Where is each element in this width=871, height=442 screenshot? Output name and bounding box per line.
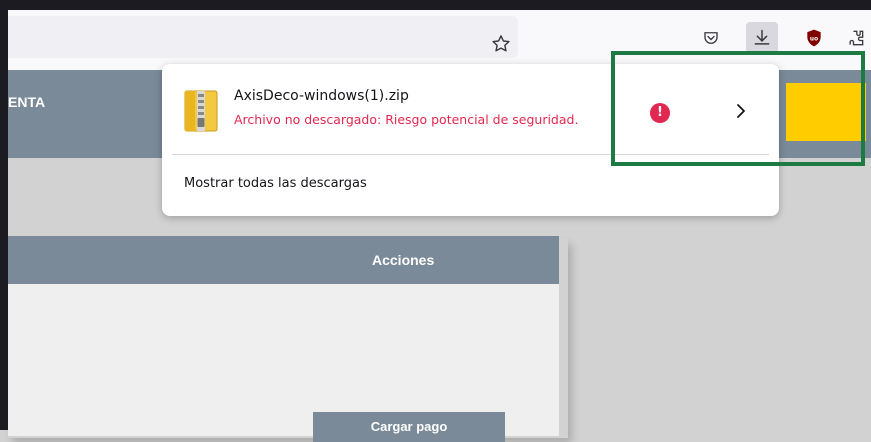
download-icon[interactable]	[746, 22, 778, 54]
show-all-downloads-link[interactable]: Mostrar todas las descargas	[184, 176, 367, 191]
svg-text:uo: uo	[810, 37, 818, 43]
highlight-box	[611, 51, 865, 166]
pocket-icon[interactable]	[695, 22, 727, 54]
header-nav-text[interactable]: ENTA	[8, 94, 45, 110]
panel-header-label: Acciones	[372, 252, 435, 268]
cargar-pago-button[interactable]: Cargar pago	[313, 412, 505, 442]
actions-panel: Acciones Cargar pago	[8, 236, 559, 442]
star-icon[interactable]	[490, 33, 512, 55]
download-filename: AxisDeco-windows(1).zip	[234, 88, 409, 104]
zip-file-icon	[184, 90, 218, 132]
screen-frame-left	[0, 0, 8, 430]
ublock-icon[interactable]: uo	[798, 22, 830, 54]
extensions-icon[interactable]	[840, 22, 871, 54]
download-status: Archivo no descargado: Riesgo potencial …	[234, 112, 579, 127]
screen-frame-top	[0, 0, 871, 10]
panel-header: Acciones	[8, 236, 559, 284]
url-bar[interactable]	[8, 16, 518, 58]
